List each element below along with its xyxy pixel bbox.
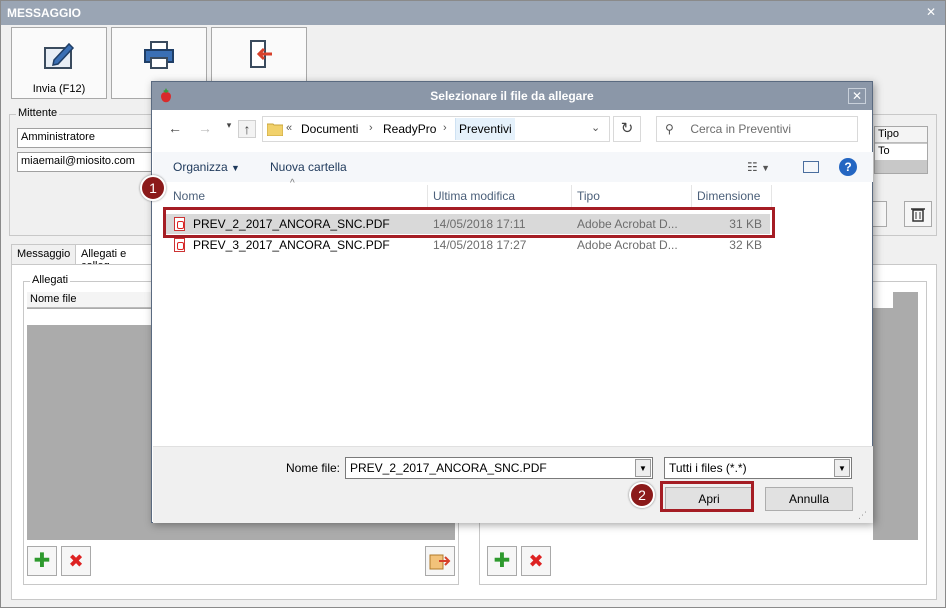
filename-input[interactable]: PREV_2_2017_ANCORA_SNC.PDF ▼ <box>345 457 653 479</box>
selected-file-highlight <box>163 207 775 238</box>
sender-email-field[interactable]: miaemail@miosito.com <box>17 152 157 172</box>
strawberry-icon <box>161 88 171 103</box>
recipient-action-button[interactable] <box>871 201 887 227</box>
chevron-right-icon: › <box>369 122 373 134</box>
search-input[interactable]: ⚲ Cerca in Preventivi <box>656 116 858 142</box>
sort-caret-icon: ^ <box>290 178 295 189</box>
search-icon: ⚲ <box>665 122 674 136</box>
address-prefix[interactable]: « <box>286 122 292 134</box>
new-folder-button[interactable]: Nuova cartella <box>270 160 347 174</box>
tab-attachments[interactable]: Allegati e colleg <box>75 244 155 272</box>
column-size[interactable]: Dimensione <box>692 185 772 207</box>
attachments-group-label: Allegati <box>30 274 71 286</box>
column-modified[interactable]: Ultima modifica <box>428 185 572 207</box>
compose-icon <box>44 42 75 69</box>
address-segment-readypro[interactable]: ReadyPro <box>383 122 436 136</box>
view-options-icon[interactable]: ☷ ▼ <box>747 160 770 174</box>
recipient-type-header: Tipo <box>875 127 927 143</box>
file-open-dialog: Selezionare il file da allegare ✕ ← → ▾ … <box>151 81 873 523</box>
chevron-down-icon[interactable]: ⌄ <box>591 121 600 134</box>
exit-door-icon <box>250 40 272 68</box>
file-type-filter[interactable]: Tutti i files (*.*) ▼ <box>664 457 852 479</box>
send-button-label: Invia (F12) <box>32 83 86 95</box>
recipient-row-to[interactable]: To <box>875 144 927 160</box>
cancel-button[interactable]: Annulla <box>765 487 853 511</box>
recipients-table: Tipo To <box>874 126 928 174</box>
dialog-title: Selezionare il file da allegare <box>152 82 872 110</box>
resize-grip-icon[interactable]: ⋰ <box>858 510 867 521</box>
delete-icon: ✖ <box>68 551 84 571</box>
sender-name-field[interactable]: Amministratore <box>17 128 157 148</box>
command-bar: Organizza ▼ Nuova cartella ☷ ▼ ? <box>153 152 873 182</box>
pdf-file-icon <box>174 238 185 252</box>
back-arrow-icon[interactable]: ← <box>166 120 184 138</box>
refresh-icon[interactable]: ↻ <box>613 116 641 142</box>
attachment-row[interactable] <box>27 309 153 325</box>
search-placeholder: Cerca in Preventivi <box>690 122 792 136</box>
column-name[interactable]: Nome <box>168 185 428 207</box>
file-name-header: Nome file <box>27 292 153 308</box>
export-icon <box>429 554 451 570</box>
callout-step-2: 2 <box>629 482 655 508</box>
help-icon[interactable]: ? <box>839 158 857 176</box>
links-list[interactable] <box>873 292 918 540</box>
dialog-footer: Nome file: PREV_2_2017_ANCORA_SNC.PDF ▼ … <box>153 446 873 523</box>
filename-label: Nome file: <box>286 461 341 475</box>
folder-icon <box>267 123 283 136</box>
links-row[interactable] <box>873 292 893 308</box>
remove-link-button[interactable]: ✖ <box>521 546 551 576</box>
add-link-button[interactable]: ✚ <box>487 546 517 576</box>
dialog-close-icon[interactable]: ✕ <box>848 88 866 104</box>
callout-step-1: 1 <box>140 175 166 201</box>
plus-icon: ✚ <box>33 550 51 572</box>
printer-icon <box>144 41 174 69</box>
export-attachment-button[interactable] <box>425 546 455 576</box>
open-button-highlight <box>660 481 754 512</box>
file-row[interactable]: PREV_3_2017_ANCORA_SNC.PDF 14/05/2018 17… <box>166 235 770 255</box>
add-attachment-button[interactable]: ✚ <box>27 546 57 576</box>
filename-value: PREV_2_2017_ANCORA_SNC.PDF <box>350 461 547 475</box>
trash-icon <box>911 208 925 222</box>
file-size: 32 KB <box>729 238 762 252</box>
sender-group-label: Mittente <box>16 107 60 119</box>
preview-pane-icon[interactable] <box>803 161 819 173</box>
forward-arrow-icon[interactable]: → <box>196 120 214 138</box>
plus-icon: ✚ <box>493 550 511 572</box>
window-title: MESSAGGIO <box>1 1 945 25</box>
chevron-down-icon[interactable]: ▼ <box>635 459 651 477</box>
up-arrow-icon[interactable]: ↑ <box>238 120 256 138</box>
send-button[interactable]: Invia (F12) <box>11 27 107 99</box>
organize-button[interactable]: Organizza ▼ <box>173 160 240 174</box>
recent-chevron-icon[interactable]: ▾ <box>220 120 238 138</box>
chevron-down-icon[interactable]: ▼ <box>834 459 850 477</box>
address-segment-documenti[interactable]: Documenti <box>301 122 358 136</box>
close-icon[interactable]: ✕ <box>923 5 939 21</box>
delete-recipient-button[interactable] <box>904 201 932 227</box>
file-name: PREV_3_2017_ANCORA_SNC.PDF <box>193 238 390 252</box>
column-type[interactable]: Tipo <box>572 185 692 207</box>
chevron-right-icon: › <box>443 122 447 134</box>
file-modified: 14/05/2018 17:27 <box>433 238 527 252</box>
filter-value: Tutti i files (*.*) <box>669 461 747 475</box>
remove-attachment-button[interactable]: ✖ <box>61 546 91 576</box>
address-segment-current[interactable]: Preventivi <box>455 118 515 140</box>
tab-message[interactable]: Messaggio <box>11 244 77 264</box>
file-type: Adobe Acrobat D... <box>577 238 678 252</box>
delete-icon: ✖ <box>528 551 544 571</box>
address-bar[interactable]: « Documenti › ReadyPro › Preventivi ⌄ <box>262 116 610 142</box>
